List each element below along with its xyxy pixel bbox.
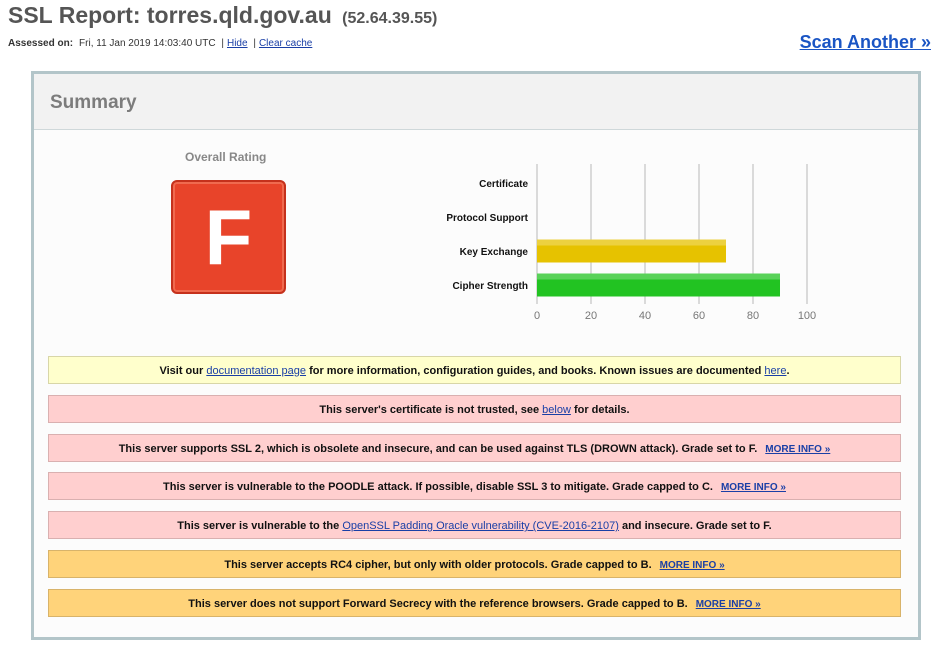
category-label: Key Exchange [460,247,529,258]
x-tick-label: 40 [639,310,651,322]
overall-rating-label: Overall Rating [185,150,267,164]
assessed-line: Assessed on: Fri, 11 Jan 2019 14:03:40 UT… [8,38,312,49]
message-text: This server accepts RC4 cipher, but only… [224,559,652,571]
scan-another-link[interactable]: Scan Another » [800,32,931,53]
summary-header: Summary [34,74,918,130]
message-red: This server is vulnerable to the OpenSSL… [48,511,901,540]
assessed-value: Fri, 11 Jan 2019 14:03:40 UTC [79,38,216,49]
message-text: This server is vulnerable to the POODLE … [163,481,713,494]
rating-chart: 0 20 40 60 80 100 Certificate Protocol Support K… [446,164,816,322]
more-info-link[interactable]: MORE INFO » [765,444,830,455]
report-ip: (52.64.39.55) [342,10,438,27]
message-orange: This server accepts RC4 cipher, but only… [48,550,901,578]
summary-title: Summary [50,92,137,113]
grade-badge: F [171,180,286,294]
x-tick-label: 80 [747,310,759,322]
message-text: This server does not support Forward Sec… [188,597,688,610]
x-tick-label: 20 [585,310,597,322]
message-red: This server's certificate is not trusted… [48,394,901,423]
page: SSL Report: torres.qld.gov.au (52.64.39.… [0,0,935,646]
message-text: This server's certificate is not trusted… [319,403,543,416]
message-link[interactable]: here [764,365,786,377]
category-label: Certificate [479,179,528,190]
x-tick-label: 60 [693,310,705,322]
message-text: for more information, configuration guid… [306,365,765,377]
report-host: torres.qld.gov.au [146,2,332,28]
message-link[interactable]: below [542,404,571,416]
message-red: This server supports SSL 2, which is obs… [48,433,901,462]
summary-panel: Summary Overall Rating F 0 20 40 60 80 100 Cer… [31,71,921,640]
message-text: . [786,365,790,377]
bar-highlight [537,273,780,280]
x-tick-label: 0 [534,310,540,322]
separator: | [221,38,224,49]
x-tick-label: 100 [798,310,816,322]
separator: | [253,38,256,49]
more-info-link[interactable]: MORE INFO » [721,482,786,493]
message-text: Visit our [159,365,207,377]
more-info-link[interactable]: MORE INFO » [696,599,761,610]
more-info-link[interactable]: MORE INFO » [660,560,725,571]
assessed-label: Assessed on: [8,38,74,49]
report-title-prefix: SSL Report: [8,2,147,28]
message-yellow: Visit our documentation page for more in… [48,356,901,384]
message-text: This server supports SSL 2, which is obs… [118,442,758,455]
clear-cache-link[interactable]: Clear cache [259,38,312,49]
message-text: for details. [570,403,630,416]
category-label: Protocol Support [446,213,528,224]
message-text: and insecure. Grade set to F. [618,520,772,533]
hide-link[interactable]: Hide [227,38,248,49]
bar-highlight [537,239,726,246]
message-link[interactable]: documentation page [206,365,306,377]
report-title: SSL Report: torres.qld.gov.au (52.64.39.… [8,2,437,29]
message-orange: This server does not support Forward Sec… [48,588,901,617]
message-red: This server is vulnerable to the POODLE … [48,472,901,501]
summary-body: Overall Rating F 0 20 40 60 80 100 Certificate… [34,130,918,637]
message-text: This server is vulnerable to the [177,520,343,533]
category-label: Cipher Strength [452,281,528,292]
message-link[interactable]: OpenSSL Padding Oracle vulnerability (CV… [342,520,619,532]
